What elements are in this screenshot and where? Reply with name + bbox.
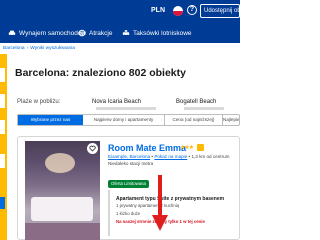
nav-car-rental[interactable]: Wynajem samochodów: [8, 26, 86, 40]
breadcrumb-separator: ›: [26, 46, 29, 51]
property-name-link[interactable]: Room Mate Emma: [108, 143, 186, 153]
nearby-beach-subtitle: [184, 107, 224, 110]
checkin-field[interactable]: [0, 94, 5, 108]
nav-airport-taxis[interactable]: Taksówki lotniskowe: [122, 26, 192, 40]
limited-deal-badge: Oferta Limitowana: [108, 180, 149, 188]
nearby-beach-subtitle: [96, 107, 156, 110]
page-title: Barcelona: znaleziono 802 obiekty: [15, 67, 186, 79]
distance-from-center: 1,3 km od centrum: [191, 154, 230, 159]
nearby-beach-nova-icaria[interactable]: Nova Icaria Beach: [92, 99, 141, 105]
attractions-icon: [78, 29, 86, 37]
nav-car-rental-label: Wynajem samochodów: [19, 29, 87, 37]
breadcrumb: Barcelona › Wyniki wyszukiwania: [3, 46, 75, 51]
nearby-beaches-label: Plaże w pobliżu:: [17, 99, 61, 105]
property-photo[interactable]: [25, 141, 100, 240]
property-location: Eixample, Barcelona • Pokaż na mapie • 1…: [108, 154, 229, 159]
sort-tabs: Wybrane przez nas Najpierw domy i aparta…: [17, 114, 240, 126]
language-flag-icon[interactable]: [173, 6, 183, 16]
taxi-icon: [122, 30, 130, 37]
show-on-map-link[interactable]: Pokaż na mapie: [154, 154, 187, 159]
help-icon[interactable]: ?: [187, 5, 197, 15]
list-property-button[interactable]: Udostępnij obiekt: [200, 4, 240, 18]
room-type: Apartament typu Suite z prywatnym basene…: [116, 196, 225, 202]
breadcrumb-item-city[interactable]: Barcelona: [3, 46, 25, 51]
heart-icon: [89, 145, 96, 152]
guests-field[interactable]: [0, 154, 5, 168]
search-sidebar: [0, 54, 7, 240]
star-rating: ★★★: [180, 145, 194, 151]
nav-attractions-label: Atrakcje: [89, 29, 113, 37]
nav-airport-taxis-label: Taksówki lotniskowe: [133, 29, 192, 37]
top-header: PLN ? Udostępnij obiekt Wynajem samochod…: [0, 0, 240, 43]
search-button[interactable]: [0, 197, 5, 209]
tab-our-picks[interactable]: Wybrane przez nas: [18, 115, 83, 125]
checkout-field[interactable]: [0, 120, 5, 134]
room-bed-info: 1 łóżko duże: [116, 211, 141, 216]
nearby-beach-bogatell[interactable]: Bogatell Beach: [176, 99, 216, 105]
breadcrumb-item-results[interactable]: Wyniki wyszukiwania: [30, 46, 75, 51]
tab-homes-apartments-first[interactable]: Najpierw domy i apartamenty: [83, 115, 165, 125]
currency-selector[interactable]: PLN: [151, 7, 165, 14]
save-to-wishlist-button[interactable]: [87, 143, 98, 154]
metro-access: Niedaleko stacji metra: [108, 161, 154, 166]
annotation-arrow-icon: [152, 175, 168, 231]
preferred-partner-icon: [197, 144, 204, 151]
product-nav: Wynajem samochodów Atrakcje Taksówki lot…: [0, 26, 240, 40]
tab-price-lowest[interactable]: Cena (od najniższej): [165, 115, 223, 125]
nav-attractions[interactable]: Atrakcje: [78, 26, 112, 40]
tab-top-rated[interactable]: Najlepiej oceniane: [223, 115, 239, 125]
destination-field[interactable]: [0, 68, 5, 82]
location-link[interactable]: Eixample, Barcelona: [108, 154, 150, 159]
car-icon: [8, 30, 16, 37]
